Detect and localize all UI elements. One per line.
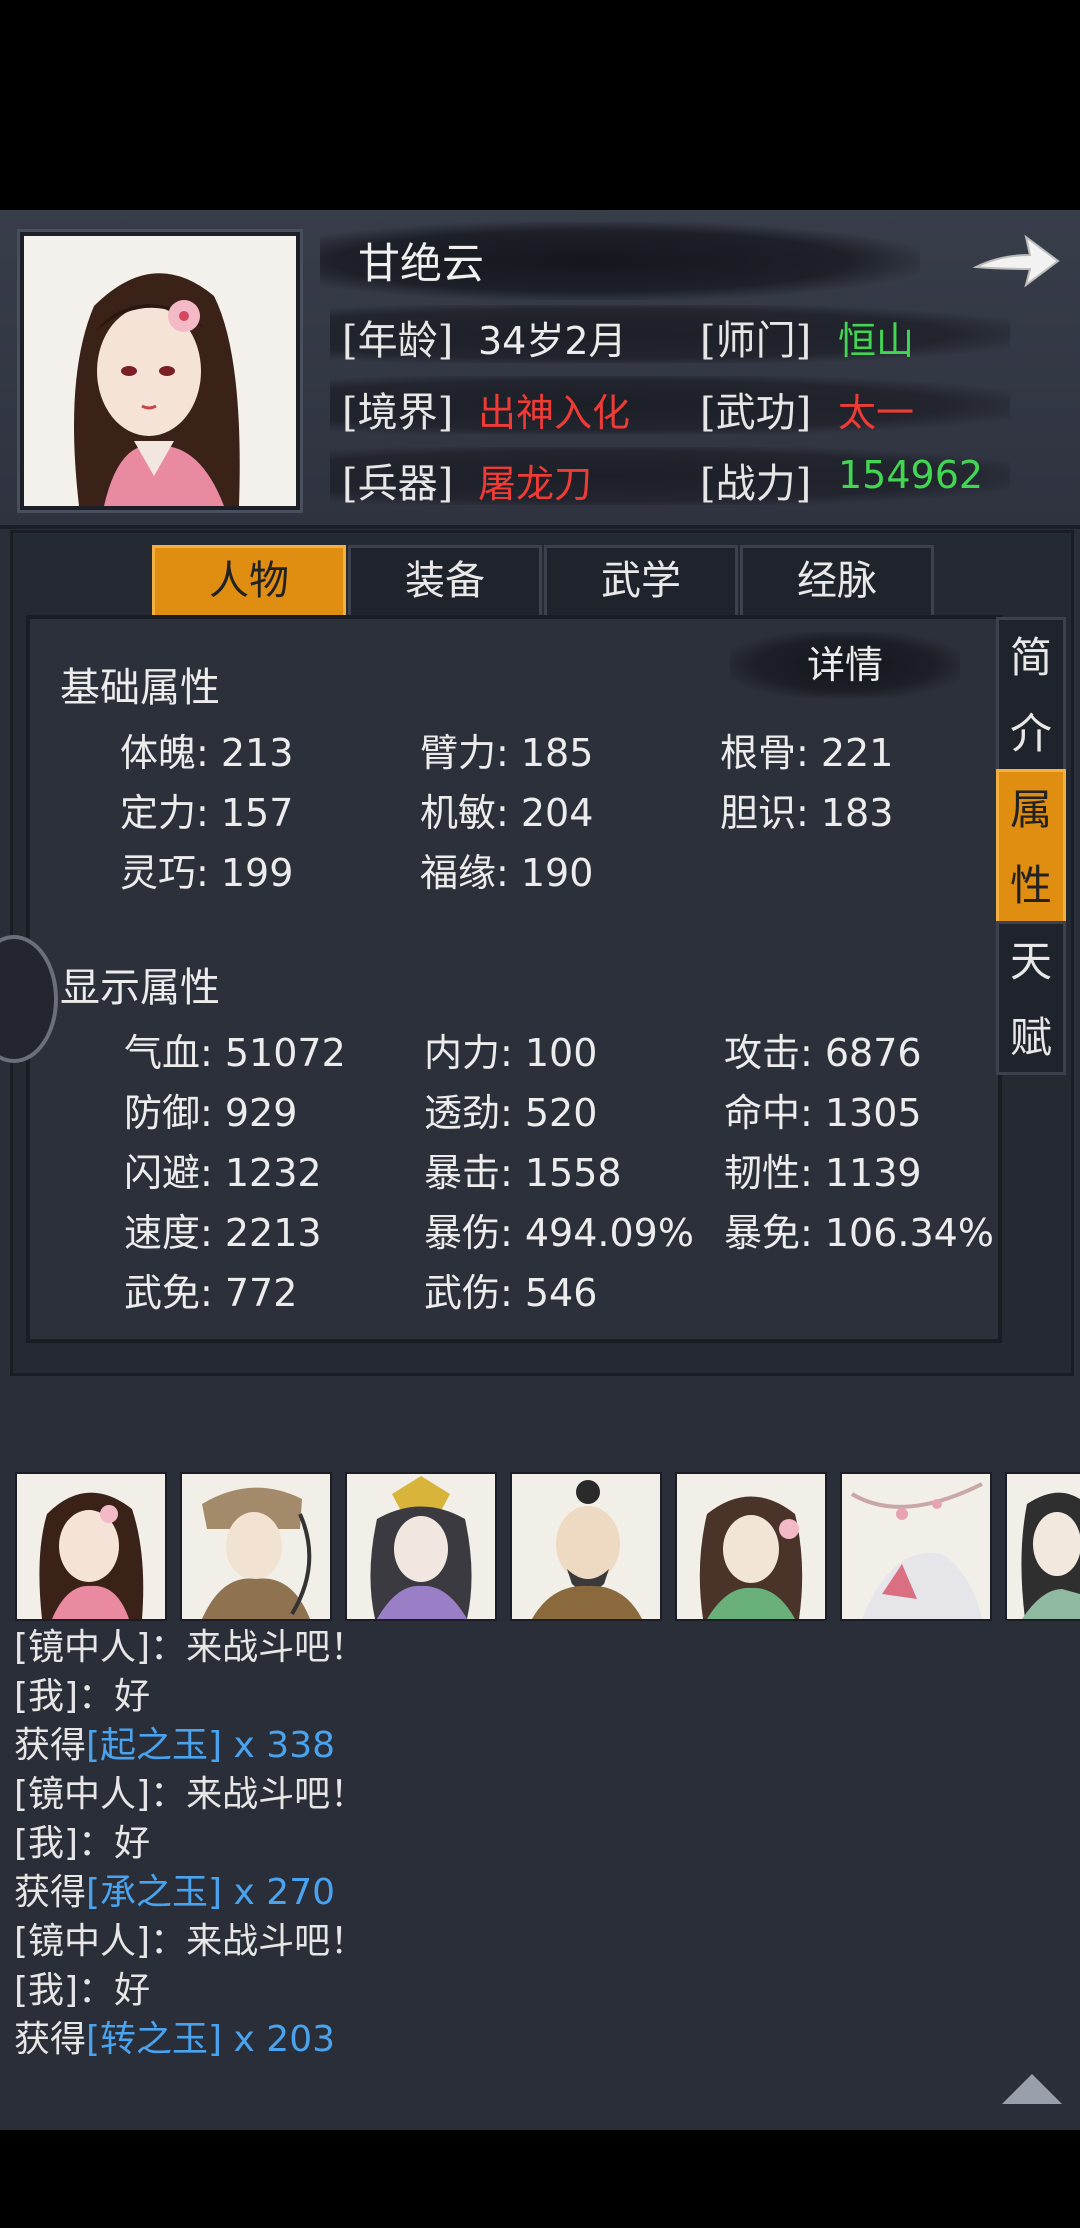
realm-label: [境界] [342,390,454,436]
stat-item: 命中: 1305 [724,1091,922,1135]
side-tab-talent[interactable]: 天 赋 [996,921,1066,1075]
log-line: [我]：好 [14,1667,150,1719]
log-text: [我]：好 [14,1676,151,1717]
stat-item: 韧性: 1139 [724,1151,922,1195]
log-line: 获得[起之玉] x 338 [14,1716,335,1768]
stat-item: 气血: 51072 [124,1031,346,1075]
stat-item: 闪避: 1232 [124,1151,322,1195]
log-text: [镜中人]：来战斗吧！ [14,1774,367,1815]
log-item: [转之玉] [86,2019,223,2060]
sect-label: [师门] [700,318,812,364]
side-tab-char: 赋 [1009,1013,1052,1062]
stat-item: 武免: 772 [124,1271,298,1315]
stat-item: 机敏: 204 [420,791,594,835]
stat-item: 武伤: 546 [424,1271,598,1315]
log-text: 获得 [14,1725,87,1766]
log-line: [镜中人]：来战斗吧！ [14,1765,366,1817]
stat-item: 暴击: 1558 [424,1151,622,1195]
side-tab-char: 介 [1009,709,1052,758]
party-member-portrait[interactable] [345,1472,497,1621]
stat-item: 攻击: 6876 [724,1031,922,1075]
next-arrow-icon[interactable] [970,225,1062,295]
party-member-portrait[interactable] [675,1472,827,1621]
side-tab-char: 性 [1009,861,1052,910]
log-count: x 338 [222,1725,336,1766]
realm-value: 出神入化 [478,391,631,435]
stat-item: 暴免: 106.34% [724,1211,994,1255]
status-bar-area [0,0,1080,210]
stat-item: 体魄: 213 [120,731,294,775]
age-label: [年龄] [342,318,454,364]
log-text: 获得 [14,2019,87,2060]
log-text: [我]：好 [14,1970,151,2011]
martial-label: [武功] [700,390,812,436]
side-tab-intro[interactable]: 简 介 [996,617,1066,775]
party-member-portrait[interactable] [840,1472,992,1621]
log-text: [镜中人]：来战斗吧！ [14,1921,367,1962]
weapon-value: 屠龙刀 [478,462,593,506]
age-value: 34岁2月 [478,319,627,363]
tab-equipment[interactable]: 装备 [348,545,542,619]
side-tab-char: 简 [1009,633,1052,682]
tab-character[interactable]: 人物 [152,545,346,619]
stat-item: 灵巧: 199 [120,851,294,895]
log-count: x 270 [222,1872,336,1913]
log-line: [我]：好 [14,1814,150,1866]
martial-value: 太一 [838,391,915,435]
log-line: [我]：好 [14,1961,150,2013]
party-member-portrait[interactable] [1005,1472,1080,1621]
stat-item: 速度: 2213 [124,1211,322,1255]
party-member-portrait[interactable] [180,1472,332,1621]
log-text: [镜中人]：来战斗吧！ [14,1627,367,1668]
log-text: [我]：好 [14,1823,151,1864]
stat-item: 透劲: 520 [424,1091,598,1135]
log-count: x 203 [222,2019,336,2060]
stat-item: 定力: 157 [120,791,294,835]
character-name: 甘绝云 [358,239,485,288]
power-label: [战力] [700,461,812,507]
log-line: 获得[承之玉] x 270 [14,1863,335,1915]
base-attributes-title: 基础属性 [60,665,220,711]
stat-item: 福缘: 190 [420,851,594,895]
power-value: 154962 [838,453,984,497]
detail-button[interactable]: 详情 [730,632,960,698]
tab-meridians[interactable]: 经脉 [740,545,934,619]
stat-item: 防御: 929 [124,1091,298,1135]
stat-item: 内力: 100 [424,1031,598,1075]
display-attributes-title: 显示属性 [60,965,220,1011]
log-line: 获得[转之玉] x 203 [14,2010,335,2062]
stat-item: 暴伤: 494.09% [424,1211,694,1255]
side-tab-attributes[interactable]: 属 性 [996,769,1066,927]
character-portrait [20,232,300,510]
log-line: [镜中人]：来战斗吧！ [14,1618,366,1670]
log-line: [镜中人]：来战斗吧！ [14,1912,366,1964]
tab-martial-arts[interactable]: 武学 [544,545,738,619]
weapon-label: [兵器] [342,461,454,507]
party-member-portrait[interactable] [15,1472,167,1621]
sect-value: 恒山 [838,319,915,363]
side-tab-char: 属 [1009,785,1052,834]
navigation-bar-area [0,2130,1080,2228]
log-item: [承之玉] [86,1872,223,1913]
log-text: 获得 [14,1872,87,1913]
party-member-portrait[interactable] [510,1472,662,1621]
stat-item: 臂力: 185 [420,731,594,775]
stat-item: 根骨: 221 [720,731,894,775]
stat-item: 胆识: 183 [720,791,894,835]
expand-up-icon[interactable] [1000,2070,1064,2106]
side-tab-char: 天 [1009,937,1052,986]
log-item: [起之玉] [86,1725,223,1766]
